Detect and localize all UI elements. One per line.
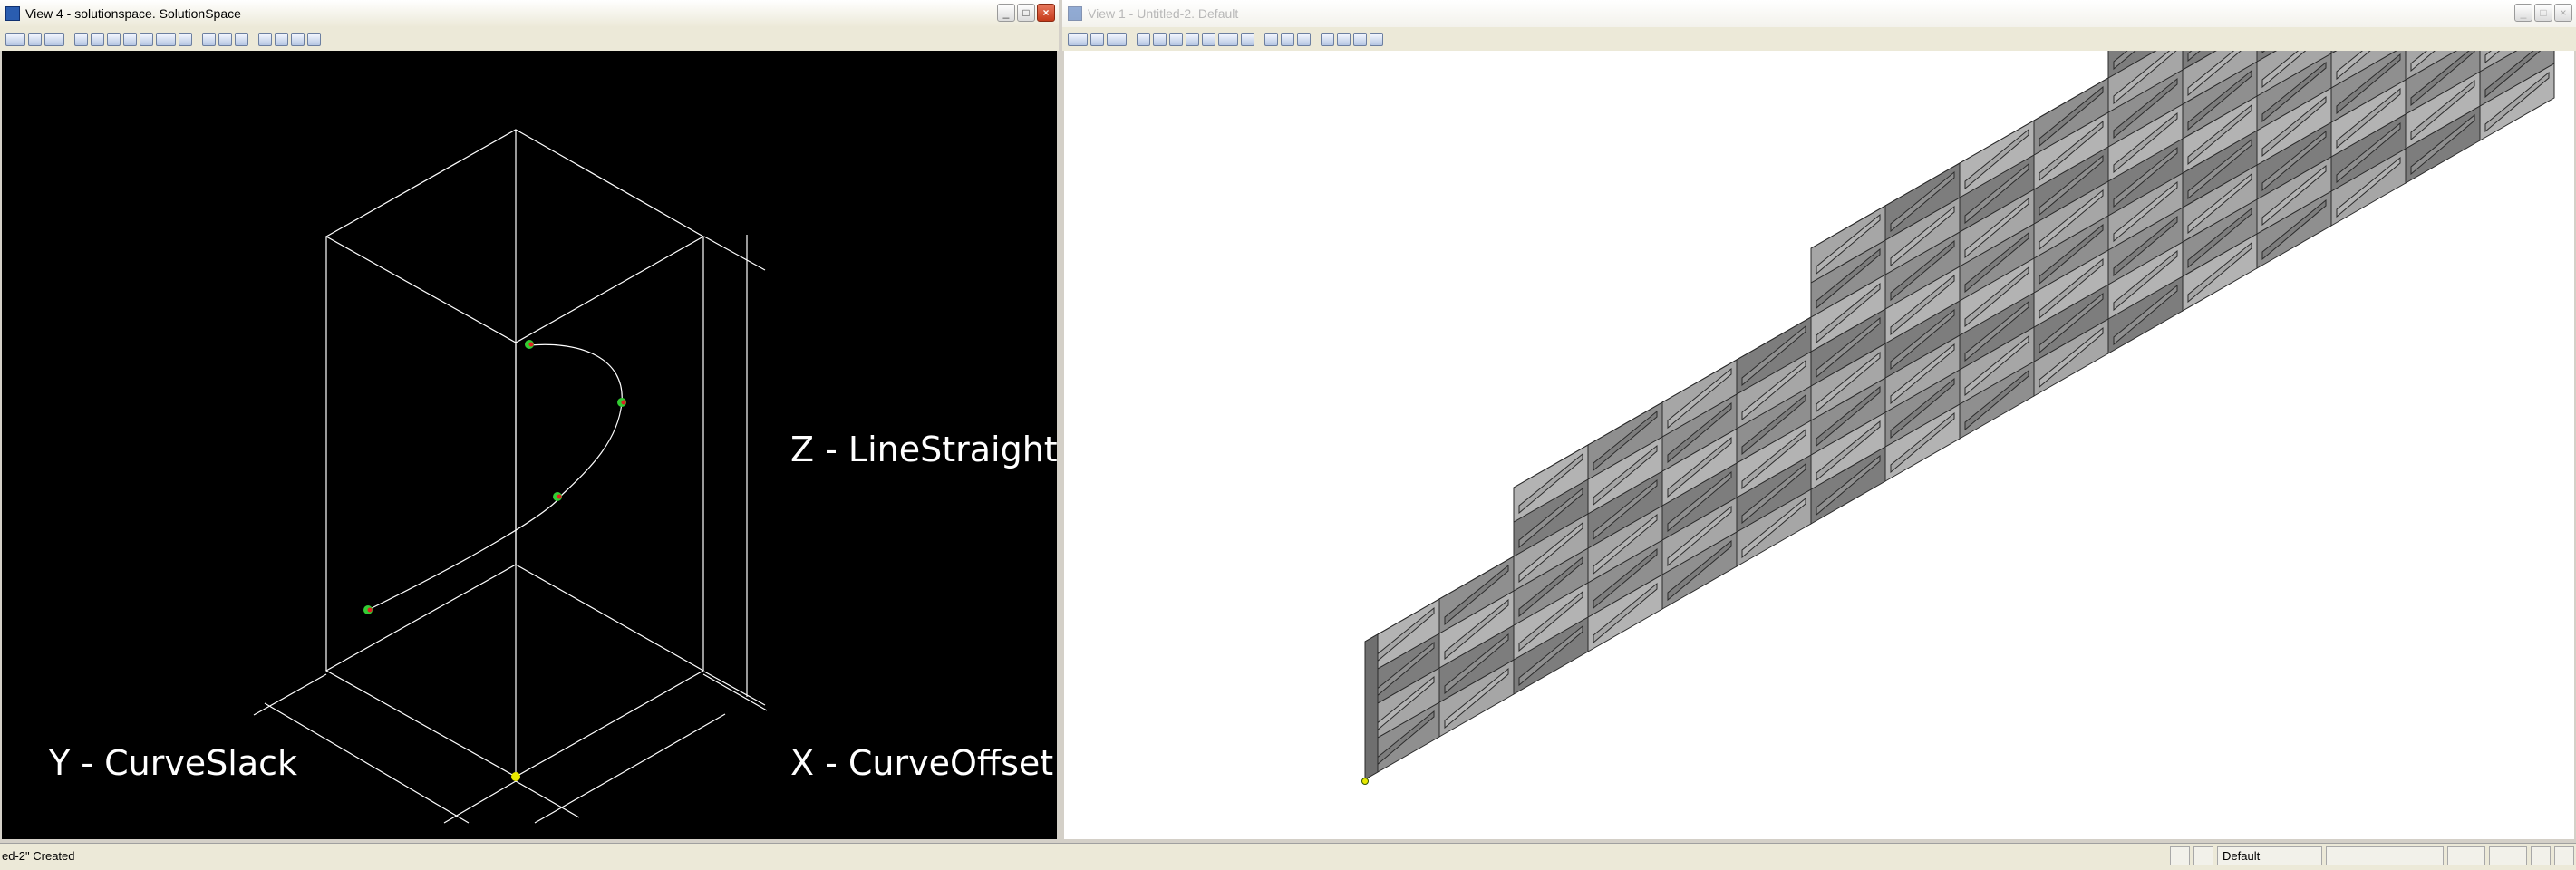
zoom-in-icon[interactable] (91, 32, 104, 46)
box-bottom-face (324, 564, 705, 778)
view-1-toolbar (1062, 27, 2576, 51)
panel-wall-model (1361, 51, 2555, 785)
view-4-toolbar (0, 27, 1059, 51)
minimize-button[interactable]: _ (2514, 4, 2532, 22)
orbit-icon[interactable] (1107, 32, 1127, 46)
walk-icon[interactable] (202, 32, 216, 46)
view-settings-icon[interactable] (307, 32, 321, 46)
display-mode-icon[interactable] (258, 32, 272, 46)
model-viewport[interactable] (1064, 51, 2574, 839)
walk-icon[interactable] (1264, 32, 1278, 46)
minimize-button[interactable]: _ (997, 4, 1015, 22)
zoom-extents-icon[interactable] (140, 32, 153, 46)
select-icon[interactable] (1137, 32, 1150, 46)
named-view-icon[interactable] (1297, 32, 1311, 46)
display-mode-icon[interactable] (1321, 32, 1334, 46)
select-icon[interactable] (74, 32, 88, 46)
y-axis-label: Y - CurveSlack (49, 743, 298, 783)
status-bar: ed-2" Created Default (0, 843, 2576, 870)
x-dimension-line (534, 713, 726, 824)
close-button[interactable]: × (2554, 4, 2572, 22)
solution-curve (367, 343, 623, 611)
status-cell (2326, 846, 2444, 865)
named-view-icon[interactable] (235, 32, 248, 46)
zoom-out-icon[interactable] (1169, 32, 1183, 46)
zoom-out-icon[interactable] (107, 32, 121, 46)
wall-end-cap (1364, 633, 1379, 780)
status-cell (2531, 846, 2551, 865)
curve-control-points (363, 340, 626, 781)
z-dimension-tick (703, 671, 766, 706)
box-top-face (324, 129, 705, 343)
zoom-window-icon[interactable] (123, 32, 137, 46)
maximize-button[interactable]: □ (1017, 4, 1035, 22)
zoom-selection-icon[interactable] (156, 32, 176, 46)
x-axis-label: X - CurveOffset (790, 743, 1054, 783)
x-dimension-tick (515, 780, 580, 818)
lock-icon[interactable] (2193, 846, 2213, 865)
pan-icon[interactable] (28, 32, 42, 46)
render-icon[interactable] (275, 32, 288, 46)
z-axis-label: Z - LineStraight (790, 430, 1058, 469)
z-dimension-tick (703, 236, 766, 271)
view-type-icon[interactable] (5, 32, 25, 46)
view-type-icon[interactable] (1068, 32, 1088, 46)
zoom-extents-icon[interactable] (1202, 32, 1215, 46)
camera-icon[interactable] (1281, 32, 1294, 46)
view-1-titlebar[interactable]: View 1 - Untitled-2. Default _ □ × (1062, 0, 2576, 27)
view-settings-icon[interactable] (1370, 32, 1383, 46)
view-1-window: View 1 - Untitled-2. Default _ □ × (1062, 0, 2576, 841)
close-button[interactable]: × (1037, 4, 1055, 22)
zoom-in-icon[interactable] (1153, 32, 1167, 46)
status-cell (2489, 846, 2527, 865)
status-layer: Default (2223, 849, 2261, 863)
view-app-icon (1068, 6, 1082, 21)
undo-view-icon[interactable] (179, 32, 192, 46)
zoom-selection-icon[interactable] (1218, 32, 1238, 46)
zoom-window-icon[interactable] (1186, 32, 1199, 46)
x-dimension-tick (702, 673, 768, 711)
y-dimension-tick (253, 673, 327, 716)
snap-icon[interactable] (2170, 846, 2190, 865)
status-cell (2447, 846, 2485, 865)
origin-point (1361, 778, 1369, 785)
view-1-title: View 1 - Untitled-2. Default (1088, 6, 1239, 21)
solution-space-viewport[interactable]: Z - LineStraight Y - CurveSlack X - Curv… (2, 51, 1058, 839)
origin-point (511, 772, 520, 781)
render-icon[interactable] (1337, 32, 1351, 46)
orbit-icon[interactable] (44, 32, 64, 46)
view-app-icon (5, 6, 20, 21)
camera-icon[interactable] (218, 32, 232, 46)
maximize-button[interactable]: □ (2534, 4, 2552, 22)
undo-view-icon[interactable] (1241, 32, 1254, 46)
status-cell (2554, 846, 2574, 865)
view-4-titlebar[interactable]: View 4 - solutionspace. SolutionSpace _ … (0, 0, 1059, 27)
view-4-window: View 4 - solutionspace. SolutionSpace _ … (0, 0, 1059, 841)
view-4-title: View 4 - solutionspace. SolutionSpace (25, 6, 241, 21)
y-dimension-tick (443, 780, 517, 824)
lights-icon[interactable] (291, 32, 305, 46)
lights-icon[interactable] (1353, 32, 1367, 46)
pan-icon[interactable] (1090, 32, 1104, 46)
status-message: ed-2" Created (2, 849, 75, 863)
